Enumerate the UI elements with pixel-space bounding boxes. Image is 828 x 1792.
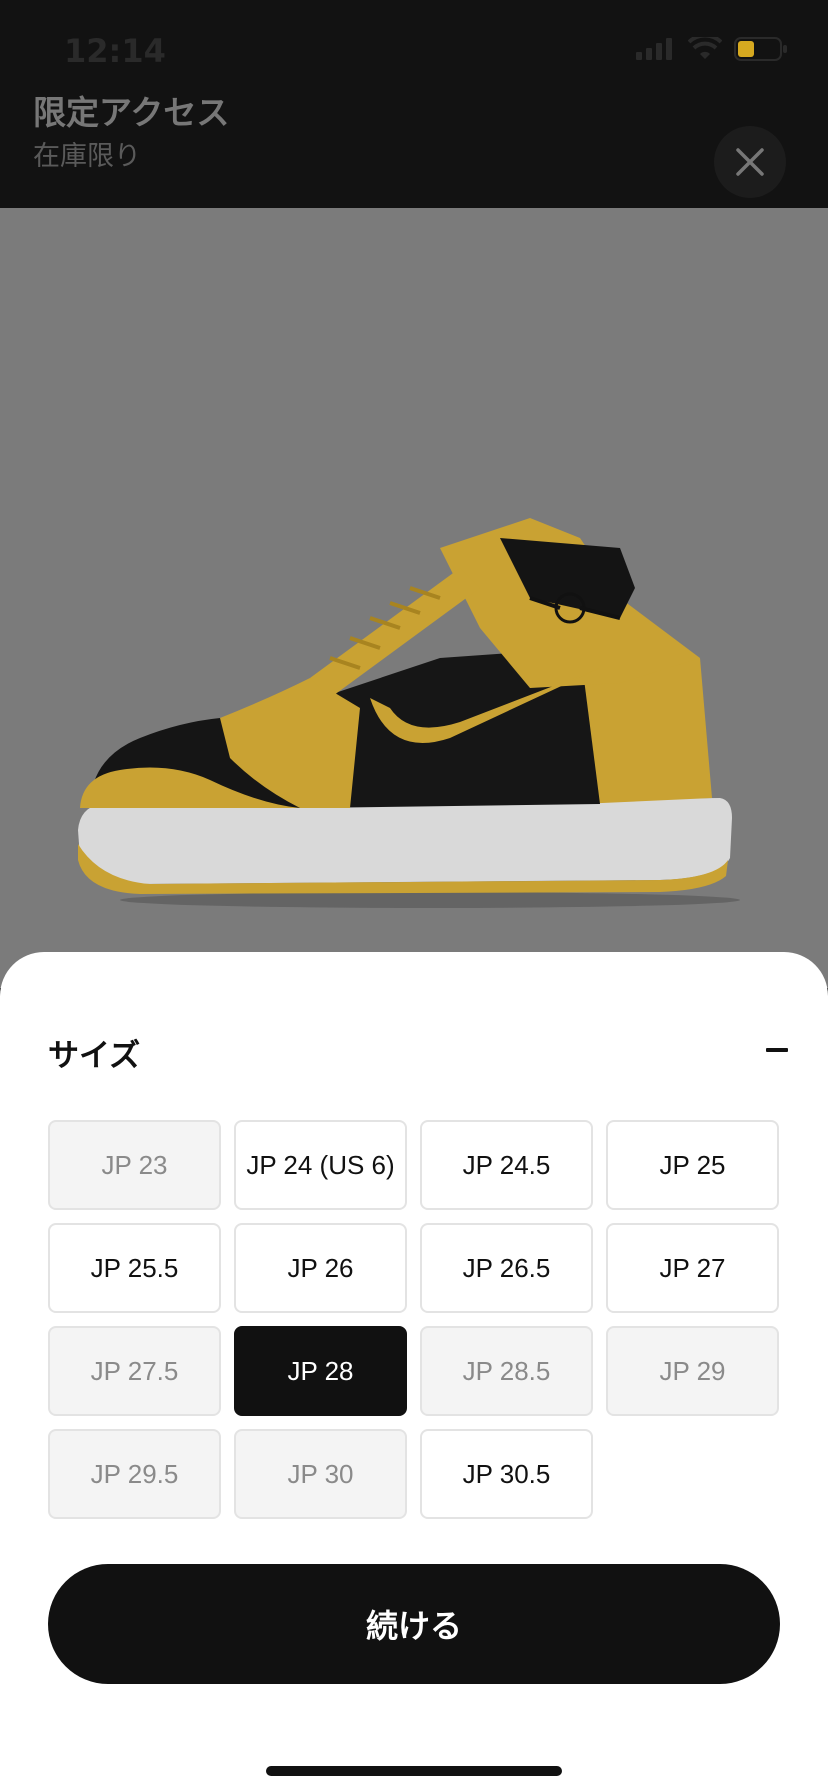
size-option[interactable]: JP 26.5 xyxy=(420,1223,593,1313)
header-title: 限定アクセス xyxy=(33,93,230,132)
screen: 12:14 限定アクセス 在庫限り サイズ JP 23 JP 24 (US 6)… xyxy=(0,0,828,1792)
status-time: 12:14 xyxy=(64,32,166,70)
close-button[interactable] xyxy=(714,126,786,198)
close-icon xyxy=(736,148,764,176)
continue-button[interactable]: 続ける xyxy=(48,1564,780,1684)
size-option: JP 30 xyxy=(234,1429,407,1519)
minus-icon xyxy=(766,1048,788,1052)
wifi-icon xyxy=(688,37,722,59)
size-bottom-sheet: サイズ JP 23 JP 24 (US 6) JP 24.5 JP 25 JP 25.5… xyxy=(0,952,828,1792)
header-subtitle: 在庫限り xyxy=(33,141,141,172)
size-option: JP 23 xyxy=(48,1120,221,1210)
size-option: JP 27.5 xyxy=(48,1326,221,1416)
product-image-area xyxy=(0,208,828,988)
sneaker-image xyxy=(78,518,740,908)
size-option[interactable]: JP 27 xyxy=(606,1223,779,1313)
size-option: JP 29.5 xyxy=(48,1429,221,1519)
size-option[interactable]: JP 28 xyxy=(234,1326,407,1416)
size-option[interactable]: JP 25.5 xyxy=(48,1223,221,1313)
size-section-title: サイズ xyxy=(48,1038,141,1074)
size-option[interactable]: JP 25 xyxy=(606,1120,779,1210)
size-option: JP 28.5 xyxy=(420,1326,593,1416)
size-grid: JP 23 JP 24 (US 6) JP 24.5 JP 25 JP 25.5 JP 2… xyxy=(48,1120,780,1519)
status-icons xyxy=(636,36,788,62)
size-option[interactable]: JP 24 (US 6) xyxy=(234,1120,407,1210)
home-indicator xyxy=(266,1766,562,1776)
size-option[interactable]: JP 26 xyxy=(234,1223,407,1313)
signal-icon xyxy=(636,38,672,60)
header: 12:14 限定アクセス 在庫限り xyxy=(0,0,828,208)
size-option[interactable]: JP 24.5 xyxy=(420,1120,593,1210)
collapse-button[interactable] xyxy=(750,1028,804,1072)
size-option[interactable]: JP 30.5 xyxy=(420,1429,593,1519)
battery-icon xyxy=(734,37,787,61)
size-option: JP 29 xyxy=(606,1326,779,1416)
